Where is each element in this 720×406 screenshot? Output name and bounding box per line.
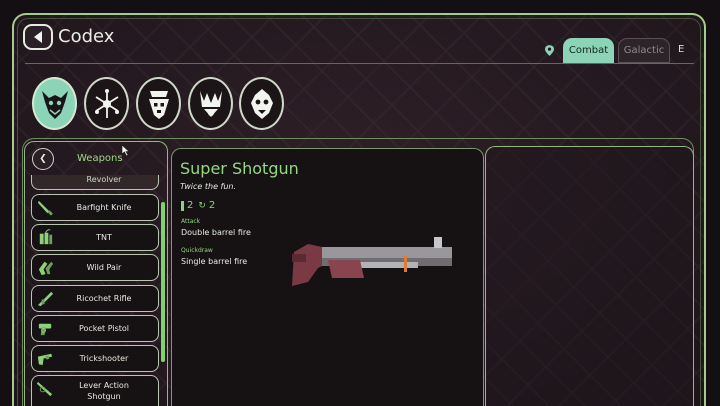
weapon-item-lever-action-shotgun[interactable]: Lever Action Shotgun xyxy=(31,375,159,406)
next-tab-key-hint: E xyxy=(678,44,685,55)
weapon-tagline: Twice the fun. xyxy=(180,182,237,191)
category-demons[interactable] xyxy=(32,77,77,130)
weapon-item-tnt[interactable]: TNT xyxy=(31,224,159,251)
super-shotgun-image xyxy=(292,237,452,286)
weapon-item-revolver[interactable]: Revolver xyxy=(31,175,159,190)
back-arrow-icon xyxy=(34,31,42,43)
page-title: Codex xyxy=(58,26,115,47)
weapon-label: Revolver xyxy=(86,174,122,184)
quickdraw-label: Quickdraw xyxy=(181,247,213,254)
ammo-icon xyxy=(181,200,184,211)
attack-value: Double barrel fire xyxy=(181,228,251,237)
location-pin-icon xyxy=(545,45,554,56)
pistol-icon xyxy=(38,323,52,336)
rifle-icon xyxy=(37,291,54,307)
list-back-button[interactable]: ❮ xyxy=(32,148,54,170)
trident-emblem-icon xyxy=(199,90,222,117)
mouse-cursor-icon xyxy=(122,145,130,156)
shattered-star-icon xyxy=(94,88,119,118)
lever-shotgun-icon xyxy=(36,381,53,397)
weapon-item-trickshooter[interactable]: Trickshooter xyxy=(31,345,159,372)
weapon-name: Super Shotgun xyxy=(180,159,299,178)
ammo-count: 2 xyxy=(187,200,194,211)
tab-divider xyxy=(25,63,694,64)
category-5[interactable] xyxy=(239,77,284,130)
tnt-icon xyxy=(39,229,53,245)
weapon-item-wild-pair[interactable]: Wild Pair xyxy=(31,254,159,281)
weapon-item-pocket-pistol[interactable]: Pocket Pistol xyxy=(31,315,159,342)
weapons-scrollbar[interactable] xyxy=(161,202,165,362)
reload-count: 2 xyxy=(208,200,216,211)
wild-pair-icon xyxy=(38,261,54,276)
quickdraw-value: Single barrel fire xyxy=(181,257,248,266)
category-3[interactable] xyxy=(136,77,181,130)
back-button[interactable] xyxy=(23,24,53,50)
category-2[interactable] xyxy=(84,77,129,130)
category-4[interactable] xyxy=(188,77,233,130)
tab-galactic[interactable]: Galactic xyxy=(618,38,670,63)
demon-face-icon xyxy=(41,90,68,119)
weapon-stats: 2 ↻ 2 xyxy=(181,200,215,211)
attack-label: Attack xyxy=(181,218,201,225)
trickshooter-icon xyxy=(37,353,53,366)
weapon-item-ricochet-rifle[interactable]: Ricochet Rifle xyxy=(31,285,159,312)
weapon-item-barfight-knife[interactable]: Barfight Knife xyxy=(31,194,159,221)
weapon-preview-panel xyxy=(485,146,694,406)
crowned-skull-icon xyxy=(148,90,169,119)
reload-icon: ↻ xyxy=(198,200,206,211)
ornate-mask-icon xyxy=(250,88,273,119)
tab-combat[interactable]: Combat xyxy=(563,38,614,63)
weapons-list-title: Weapons xyxy=(77,153,123,164)
knife-icon xyxy=(37,200,53,216)
